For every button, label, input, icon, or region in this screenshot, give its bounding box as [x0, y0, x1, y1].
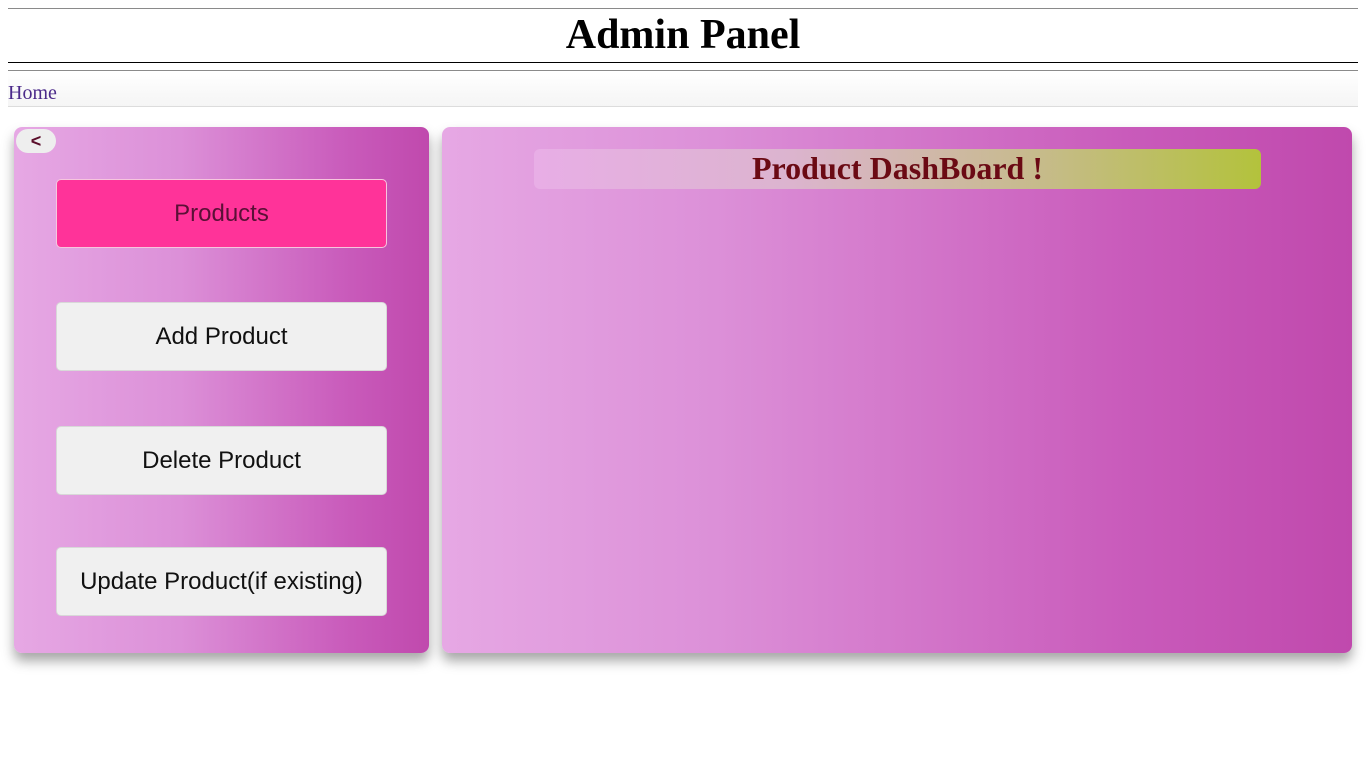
- sidebar-collapse-button[interactable]: <: [16, 129, 56, 153]
- products-button[interactable]: Products: [56, 179, 387, 248]
- breadcrumb-home-link[interactable]: Home: [8, 81, 57, 105]
- main-content-panel: Product DashBoard !: [442, 127, 1352, 653]
- page-title: Admin Panel: [565, 12, 801, 58]
- update-product-button[interactable]: Update Product(if existing): [56, 547, 387, 616]
- add-product-button[interactable]: Add Product: [56, 302, 387, 371]
- breadcrumb: Home: [8, 70, 1358, 107]
- page-header: Admin Panel: [8, 8, 1358, 63]
- dashboard-title: Product DashBoard !: [534, 149, 1261, 189]
- delete-product-button[interactable]: Delete Product: [56, 426, 387, 495]
- sidebar: < Products Add Product Delete Product Up…: [14, 127, 429, 653]
